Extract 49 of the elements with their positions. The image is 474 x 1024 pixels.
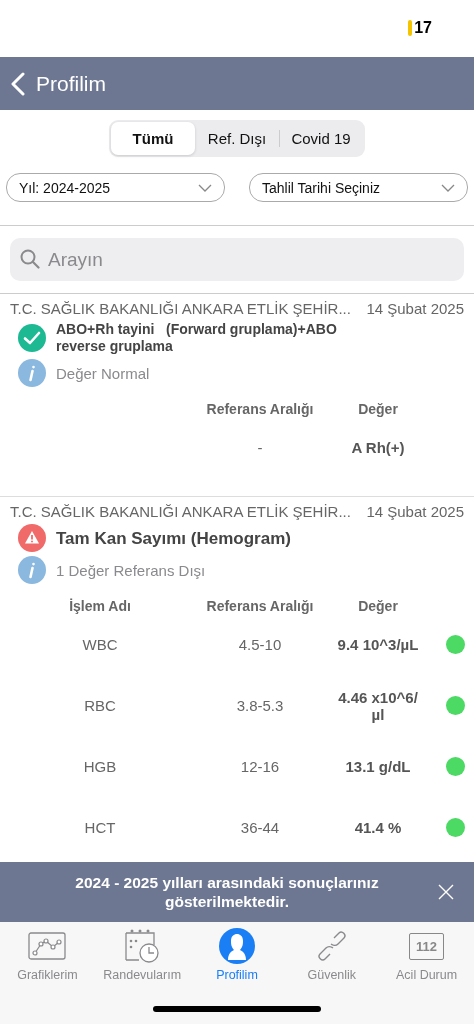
table-cell: 4.5-10 bbox=[238, 636, 282, 653]
page-title: Profilim bbox=[36, 71, 106, 96]
table-cell: HCT bbox=[84, 819, 116, 836]
dropdown[interactable]: Yıl: 2024-2025 bbox=[6, 173, 225, 202]
column-header: Referans Aralığı bbox=[206, 598, 314, 614]
calendar-clock-icon bbox=[123, 929, 162, 963]
warning-icon bbox=[18, 524, 46, 552]
test-title: Tam Kan Sayımı (Hemogram) bbox=[56, 529, 291, 547]
close-icon[interactable] bbox=[438, 884, 454, 900]
column-header: Referans Aralığı bbox=[206, 401, 314, 417]
result-date: 14 Şubat 2025 bbox=[366, 300, 464, 317]
chart-icon bbox=[28, 932, 67, 960]
institution-name: T.C. SAĞLIK BAKANLIĞI ANKARA ETLİK ŞEHİR... bbox=[10, 300, 351, 317]
filter-tab[interactable]: Tümü bbox=[111, 122, 195, 155]
result-date: 14 Şubat 2025 bbox=[366, 503, 464, 520]
institution-name: T.C. SAĞLIK BAKANLIĞI ANKARA ETLİK ŞEHİR... bbox=[10, 503, 351, 520]
dropdown[interactable]: Tahlil Tarihi Seçiniz bbox=[249, 173, 468, 202]
emergency-number: 112 bbox=[409, 932, 445, 960]
chevron-down-icon bbox=[441, 183, 455, 192]
result-summary: 1 Değer Referans Dışı bbox=[56, 561, 206, 579]
tab-bar-item[interactable]: Profilim bbox=[191, 928, 283, 982]
table-cell-text: 4.46 x10^6/µl bbox=[337, 688, 419, 723]
result-summary: Değer Normal bbox=[56, 364, 150, 382]
table-cell: 41.4 % bbox=[354, 819, 402, 836]
person-icon bbox=[219, 928, 255, 964]
banner-message: 2024 - 2025 yılları arasındaki sonuçlarınız gösterilmektedir. bbox=[74, 873, 380, 911]
table-cell: WBC bbox=[82, 636, 118, 653]
table-cell: - bbox=[257, 439, 263, 456]
info-icon bbox=[18, 359, 46, 387]
column-header: Değer bbox=[358, 598, 398, 614]
table-cell: RBC bbox=[84, 697, 116, 714]
battery-level: 17 bbox=[408, 18, 432, 39]
table-cell: 3.8-5.3 bbox=[236, 697, 284, 714]
info-icon bbox=[18, 556, 46, 584]
table-cell: 9.4 10^3/µL bbox=[337, 636, 419, 653]
table-cell: 12-16 bbox=[240, 758, 280, 775]
table-cell: A Rh(+) bbox=[351, 439, 405, 456]
back-icon[interactable] bbox=[10, 71, 26, 96]
test-title: ABO+Rh tayini (Forward gruplama)+ABO reverse gruplama bbox=[56, 321, 338, 355]
table-cell: 36-44 bbox=[240, 819, 280, 836]
table-cell: HGB bbox=[83, 758, 117, 775]
column-header: Değer bbox=[358, 401, 398, 417]
table-cell: 13.1 g/dL bbox=[345, 758, 411, 775]
search-field[interactable]: Arayın bbox=[10, 238, 464, 281]
column-header: İşlem Adı bbox=[69, 598, 131, 614]
check-icon bbox=[18, 324, 46, 352]
filter-tab[interactable]: Ref. Dışı bbox=[195, 122, 279, 155]
chevron-down-icon bbox=[198, 183, 212, 192]
filter-tab[interactable]: Covid 19 bbox=[279, 122, 363, 155]
